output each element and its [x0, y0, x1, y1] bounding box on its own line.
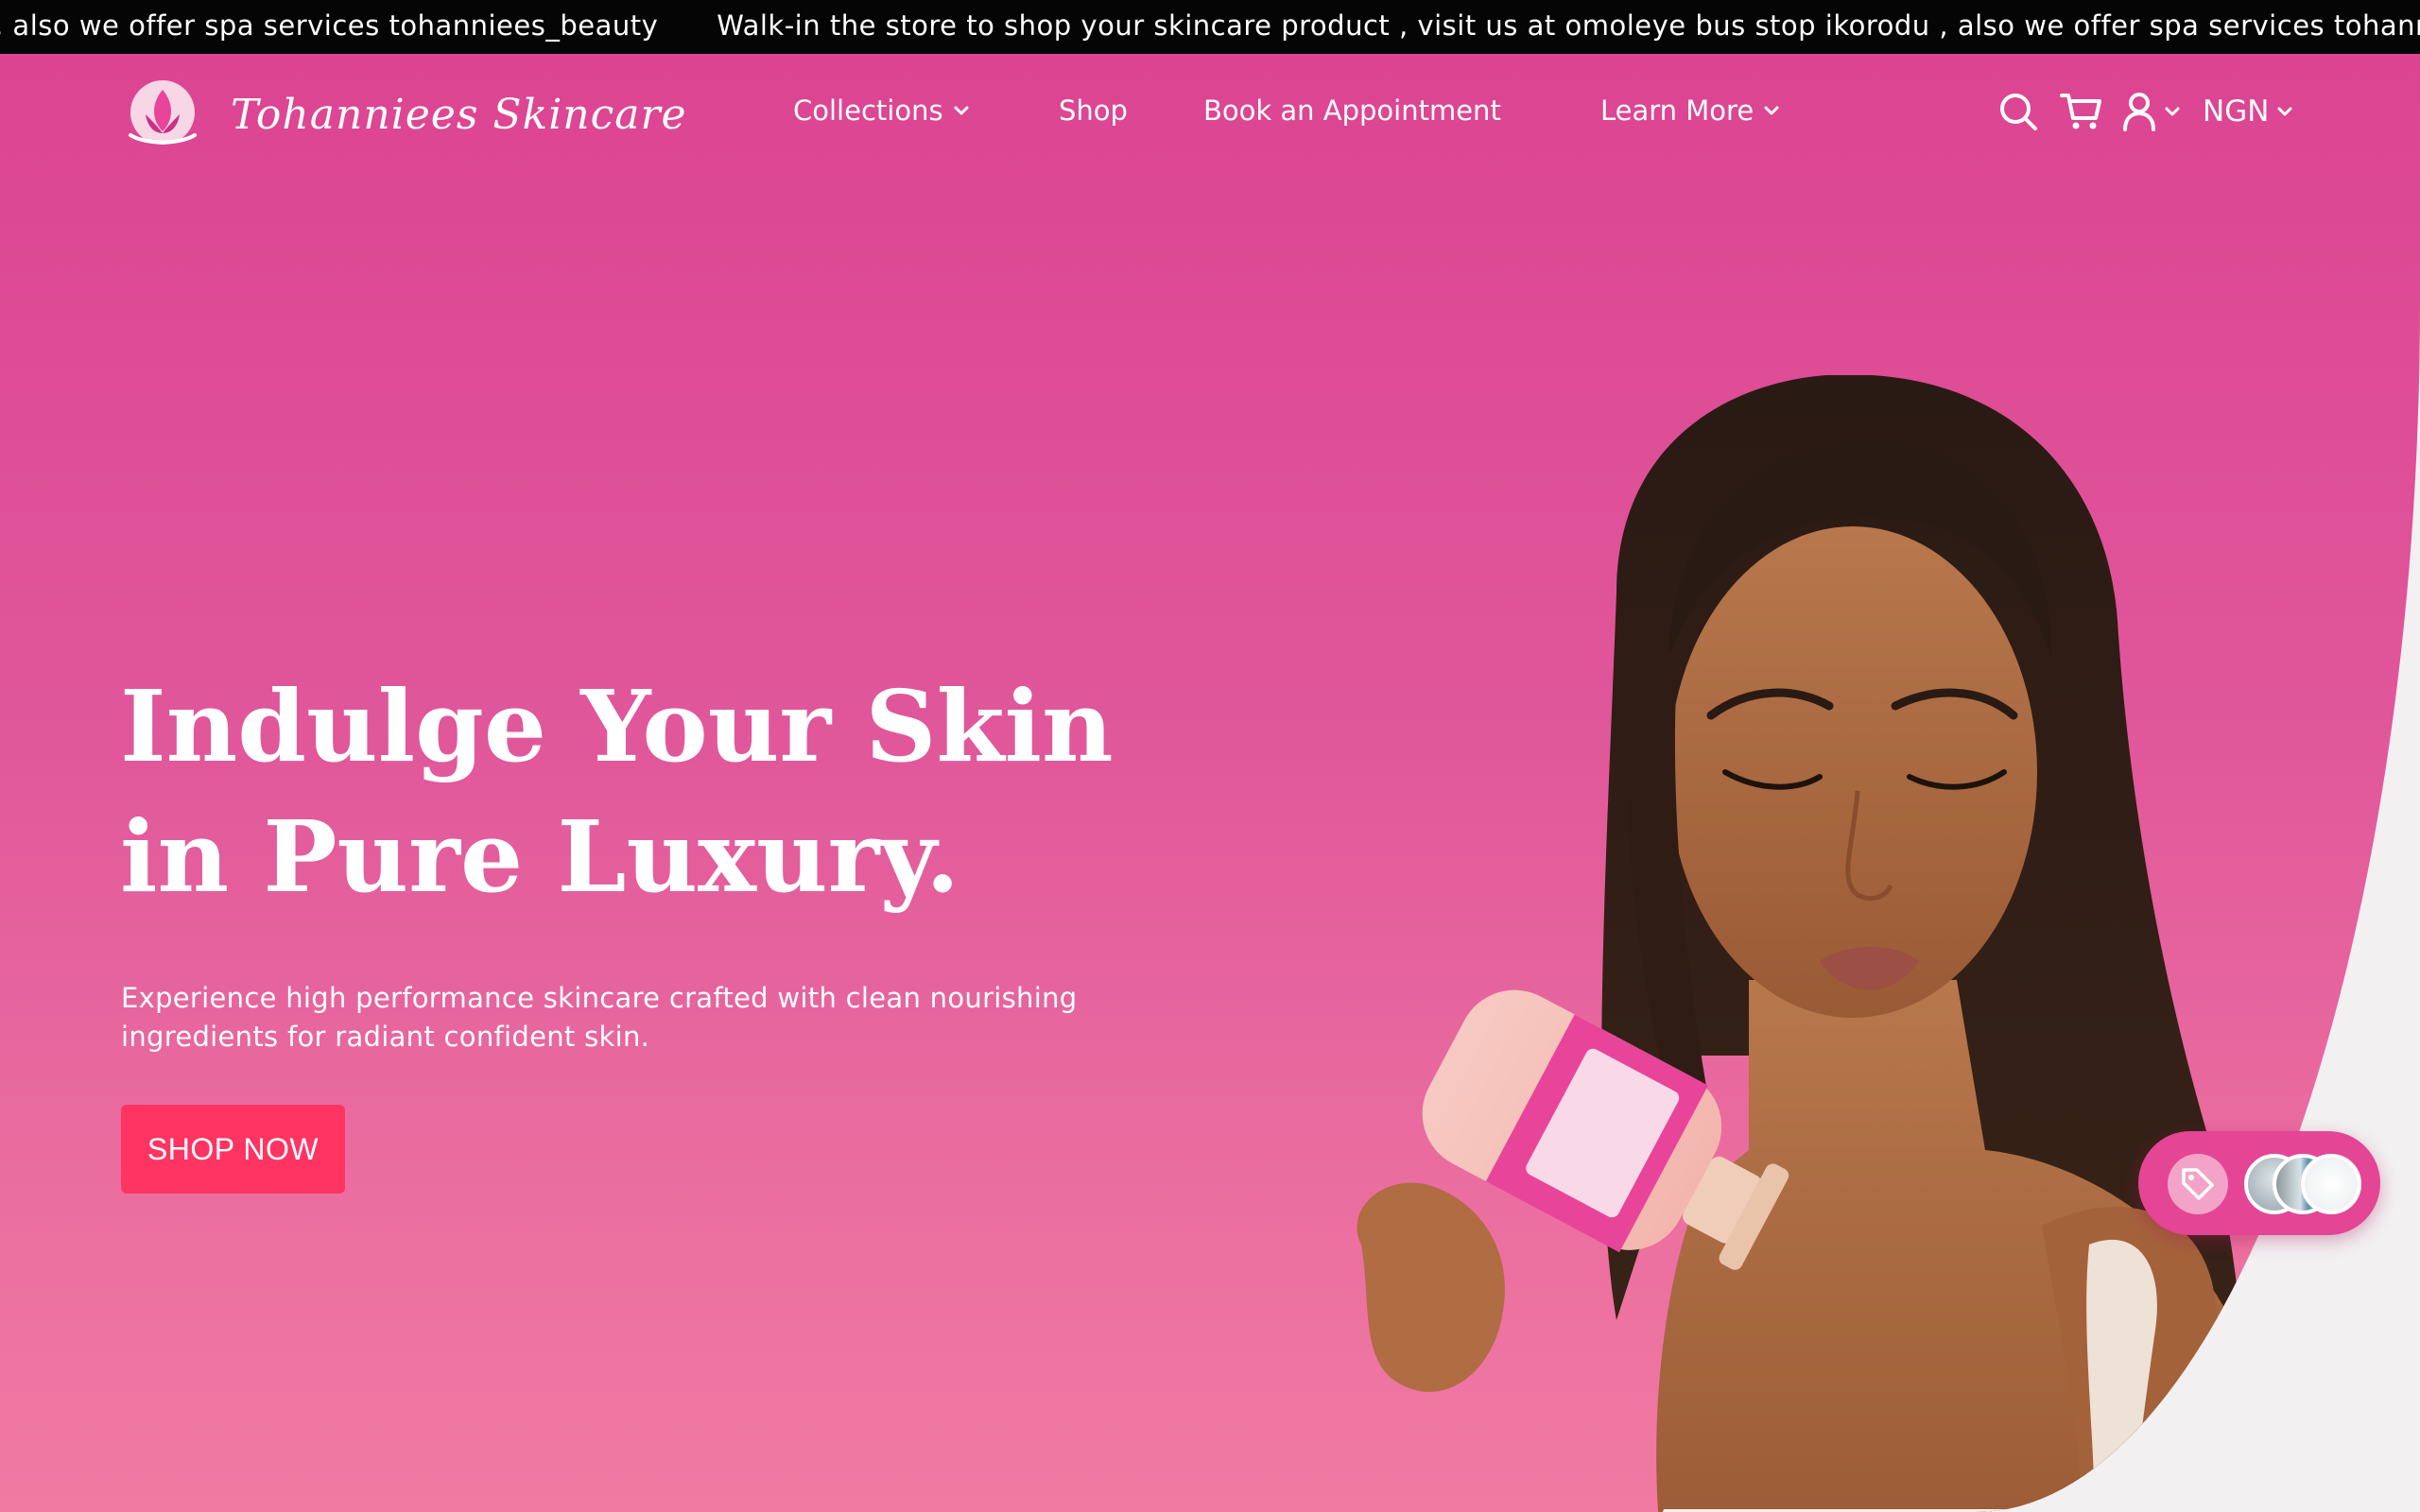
- announcement-text: , also we offer spa services tohanniees_…: [0, 9, 659, 42]
- nav-shop[interactable]: Shop: [1059, 90, 1128, 131]
- search-icon: [2000, 94, 2037, 130]
- nav-book-appointment[interactable]: Book an Appointment: [1203, 90, 1501, 131]
- announcement-bar: , also we offer spa services tohanniees_…: [0, 0, 2420, 54]
- brand-logo[interactable]: Tohanniees Skincare: [123, 77, 687, 152]
- search-button[interactable]: [1998, 90, 2038, 133]
- nav-learn-more[interactable]: Learn More: [1600, 90, 1780, 131]
- deals-tag-button[interactable]: [2168, 1154, 2228, 1214]
- site-header: Tohanniees Skincare Collections Shop Boo…: [0, 54, 2420, 172]
- brand-name: Tohanniees Skincare: [231, 90, 687, 139]
- hero-model-image: [1357, 375, 2270, 1512]
- announcement-text-repeat: Walk-in the store to shop your skincare …: [717, 9, 2420, 42]
- nav-collections-label: Collections: [793, 94, 943, 127]
- chevron-down-icon: [1764, 106, 1779, 115]
- cart-icon: [2060, 94, 2101, 129]
- hero-headline-line2: in Pure Luxury.: [120, 799, 960, 915]
- nav-collections[interactable]: Collections: [793, 90, 970, 131]
- chevron-down-icon: [2277, 107, 2292, 116]
- deals-thumbnails[interactable]: [2244, 1154, 2367, 1214]
- hero-headline: Indulge Your Skin in Pure Luxury.: [120, 662, 1160, 922]
- lotus-logo-icon: [129, 80, 197, 145]
- account-button[interactable]: [2122, 90, 2181, 133]
- shop-now-button[interactable]: SHOP NOW: [121, 1105, 345, 1194]
- nav-shop-label: Shop: [1059, 94, 1128, 127]
- account-icon: [2123, 93, 2155, 131]
- nav-book-label: Book an Appointment: [1203, 94, 1501, 127]
- floating-deals-widget[interactable]: [2138, 1131, 2380, 1235]
- currency-selector[interactable]: NGN: [2203, 90, 2293, 133]
- chevron-down-icon: [2165, 107, 2180, 116]
- cart-button[interactable]: [2060, 90, 2101, 133]
- chevron-down-icon: [954, 106, 969, 115]
- currency-label: NGN: [2203, 94, 2270, 129]
- hero-headline-line1: Indulge Your Skin: [120, 668, 1114, 784]
- hero-subcopy: Experience high performance skincare cra…: [121, 982, 1078, 1053]
- announcement-marquee: , also we offer spa services tohanniees_…: [0, 0, 2420, 54]
- tag-icon: [2182, 1168, 2214, 1200]
- product-thumbnail[interactable]: [2301, 1154, 2361, 1214]
- nav-learn-label: Learn More: [1600, 94, 1754, 127]
